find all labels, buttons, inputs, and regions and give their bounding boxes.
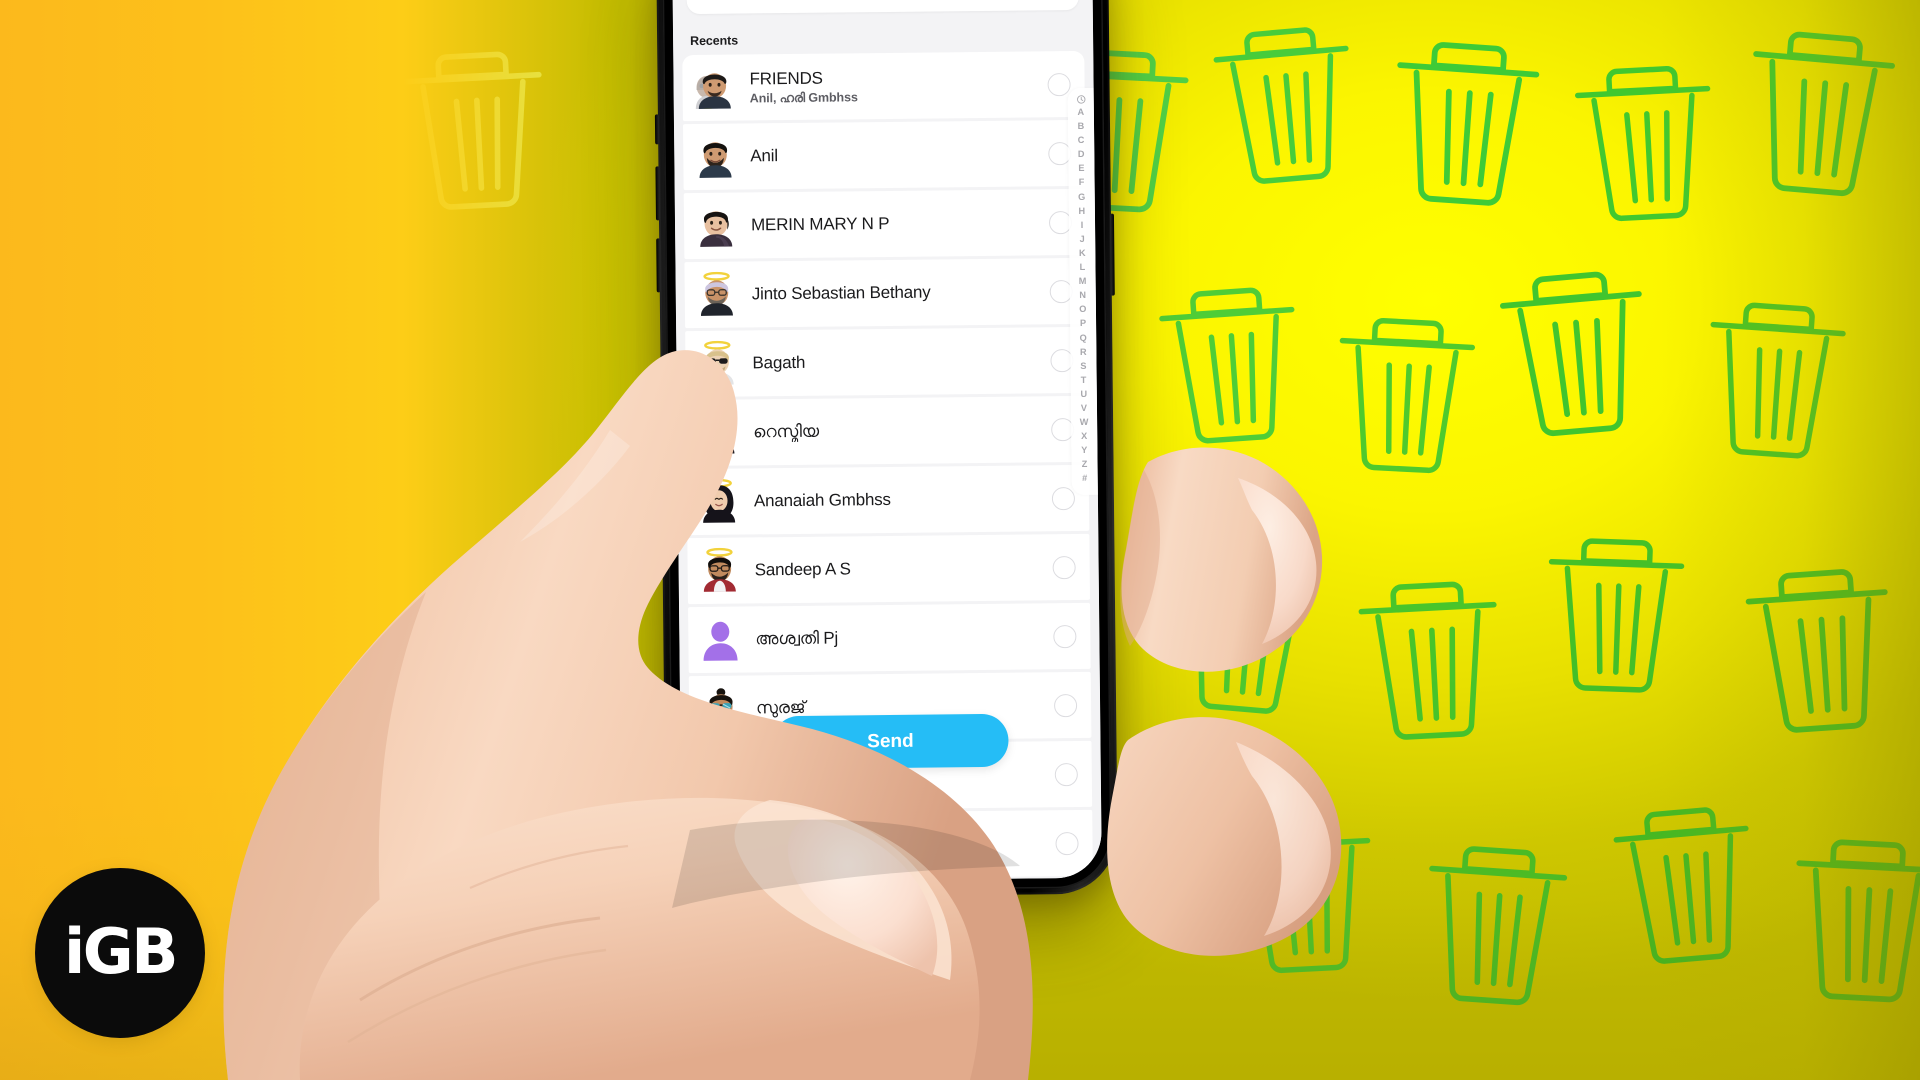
avatar xyxy=(699,619,741,661)
recents-list-item[interactable]: Ananaiah Gmbhss xyxy=(686,464,1090,536)
recents-item-text xyxy=(758,843,1056,846)
igb-logo: iGB xyxy=(35,868,205,1038)
recents-item-text: Ananaiah Gmbhss xyxy=(754,488,1052,511)
avatar xyxy=(701,826,743,868)
select-checkbox[interactable] xyxy=(1052,555,1076,579)
recents-list-item[interactable]: Sandeep A S xyxy=(687,533,1090,605)
alpha-index-letter[interactable]: D xyxy=(1078,147,1085,161)
snapchat-send-to-screen: Invite to Group via Link NEW Recents FRI… xyxy=(672,0,1102,883)
recents-item-name: Jinto Sebastian Bethany xyxy=(751,282,931,304)
select-checkbox[interactable] xyxy=(1055,831,1079,855)
igb-logo-text: iGB xyxy=(64,914,178,988)
alpha-index-letter[interactable]: # xyxy=(1082,471,1087,485)
recents-item-text: റെസ്മിയ xyxy=(753,419,1051,442)
recents-list-item[interactable]: Jinto Sebastian Bethany xyxy=(684,257,1088,329)
trash-can-icon xyxy=(1380,18,1550,215)
avatar xyxy=(695,205,737,247)
alpha-index-letter[interactable]: Y xyxy=(1081,443,1087,457)
recents-item-name xyxy=(758,843,1056,846)
alpha-index-letter[interactable]: W xyxy=(1080,415,1089,429)
recents-item-text: Bagath xyxy=(752,350,1050,373)
alpha-index-letter[interactable]: I xyxy=(1081,218,1084,232)
alpha-index-letter[interactable]: L xyxy=(1080,260,1086,274)
alpha-index-letter[interactable]: X xyxy=(1081,429,1087,443)
recents-item-text: അശ്വതി Pj xyxy=(755,626,1053,649)
alpha-index-letter[interactable]: Q xyxy=(1079,330,1087,344)
power-button[interactable] xyxy=(1109,213,1115,296)
recents-item-text: Jinto Sebastian Bethany xyxy=(752,281,1050,304)
alpha-index-letter[interactable]: C xyxy=(1078,133,1085,147)
avatar xyxy=(697,412,739,454)
trash-can-icon xyxy=(1163,534,1328,724)
smartphone-device: Invite to Group via Link NEW Recents FRI… xyxy=(654,0,1119,899)
select-checkbox[interactable] xyxy=(1051,486,1076,510)
recents-item-name: FRIENDS xyxy=(749,68,823,88)
alpha-index-letter[interactable]: P xyxy=(1080,316,1086,330)
avatar xyxy=(693,67,735,109)
alpha-index-letter[interactable]: J xyxy=(1079,232,1084,246)
screenshot-canvas: Invite to Group via Link NEW Recents FRI… xyxy=(0,0,1920,1080)
silent-switch[interactable] xyxy=(654,114,660,145)
trash-can-icon xyxy=(1349,559,1511,748)
alpha-index-letter[interactable]: F xyxy=(1079,175,1085,189)
recents-list-item[interactable]: FRIENDS Anil, ഹരി Gmbhss xyxy=(682,50,1085,122)
recents-item-subtitle: Anil, ഹരി Gmbhss xyxy=(749,89,858,105)
recents-list-item[interactable]: MERIN MARY N P xyxy=(683,188,1087,260)
alpha-index-letter[interactable]: S xyxy=(1080,359,1086,373)
recents-item-name: റെസ്മിയ xyxy=(753,421,819,442)
trash-can-icon xyxy=(1149,265,1311,453)
avatar xyxy=(698,478,740,523)
recents-item-text: Anil xyxy=(750,143,1048,166)
recents-item-text: Sandeep A S xyxy=(755,557,1053,580)
alpha-index-letter[interactable]: O xyxy=(1079,302,1087,316)
recents-item-name: MERIN MARY N P xyxy=(750,213,890,235)
avatar xyxy=(698,547,740,592)
avatar xyxy=(694,136,736,178)
select-checkbox[interactable] xyxy=(1053,624,1077,648)
alphabet-scrubber[interactable]: A B C D E F G H I J K L M N O P Q R S T U V W X Y Z # xyxy=(1067,87,1098,495)
recents-item-name: Ananaiah Gmbhss xyxy=(753,489,891,511)
trash-can-icon xyxy=(1488,247,1661,447)
alpha-index-letter[interactable]: K xyxy=(1079,246,1086,260)
clock-icon[interactable] xyxy=(1076,95,1085,104)
select-checkbox[interactable] xyxy=(1047,72,1071,96)
alpha-index-letter[interactable]: G xyxy=(1078,189,1086,203)
recents-list-item[interactable]: Anil xyxy=(682,119,1086,191)
avatar xyxy=(696,340,738,385)
alpha-index-letter[interactable]: N xyxy=(1079,288,1086,302)
alpha-index-letter[interactable]: T xyxy=(1081,373,1087,387)
phone-screen: Invite to Group via Link NEW Recents FRI… xyxy=(672,0,1102,883)
recents-list-item[interactable] xyxy=(690,809,1093,881)
select-checkbox[interactable] xyxy=(1053,693,1078,717)
avatar xyxy=(700,688,742,730)
alpha-index-letter[interactable]: M xyxy=(1079,274,1087,288)
recents-list-item[interactable]: അശ്വതി Pj xyxy=(688,602,1091,674)
alpha-index-letter[interactable]: E xyxy=(1078,161,1084,175)
trash-can-icon xyxy=(1203,4,1368,194)
recents-item-text: FRIENDS Anil, ഹരി Gmbhss xyxy=(749,66,1047,106)
volume-up-button[interactable] xyxy=(655,166,660,221)
alpha-index-letter[interactable]: B xyxy=(1078,119,1085,133)
recents-item-text: MERIN MARY N P xyxy=(751,212,1049,235)
recents-item-name: Bagath xyxy=(752,352,806,373)
recents-item-name: Sandeep A S xyxy=(754,559,851,580)
trash-can-icon xyxy=(1325,296,1484,482)
alpha-index-letter[interactable]: H xyxy=(1078,204,1085,218)
section-title-recents: Recents xyxy=(690,33,739,49)
volume-down-button[interactable] xyxy=(656,238,661,293)
select-checkbox[interactable] xyxy=(1054,762,1078,786)
alpha-index-letter[interactable]: V xyxy=(1081,401,1087,415)
recents-list-item[interactable]: റെസ്മിയ xyxy=(685,395,1089,467)
recents-list-item[interactable]: Bagath xyxy=(685,326,1088,398)
send-button[interactable]: Send xyxy=(772,713,1009,770)
alpha-index-letter[interactable]: U xyxy=(1080,387,1087,401)
avatar xyxy=(696,271,738,316)
alpha-index-letter[interactable]: Z xyxy=(1082,457,1088,471)
alpha-index-letter[interactable]: A xyxy=(1077,105,1084,119)
alpha-index-letter[interactable]: R xyxy=(1080,344,1087,358)
recents-item-name: Anil xyxy=(750,146,778,166)
avatar xyxy=(701,756,743,799)
recents-item-name: അശ്വതി Pj xyxy=(755,628,839,649)
